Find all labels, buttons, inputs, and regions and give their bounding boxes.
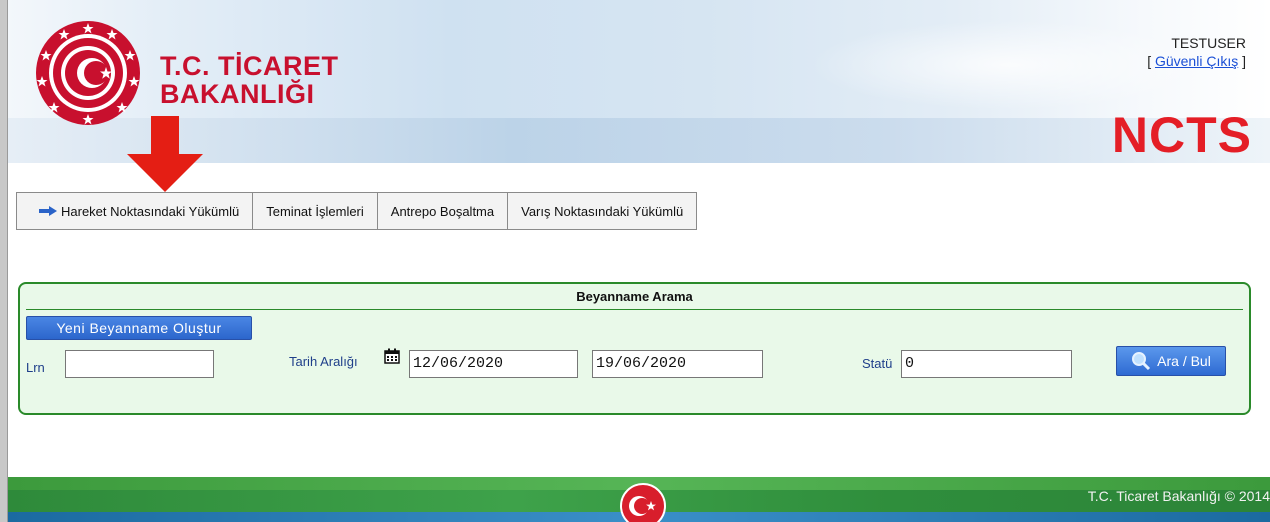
date-from-input[interactable]: 12/06/2020: [409, 350, 578, 378]
declaration-search-panel: Beyanname Arama Yeni Beyanname Oluştur L…: [18, 282, 1251, 415]
lrn-input[interactable]: [65, 350, 214, 378]
nav-item-guarantee-operations[interactable]: Teminat İşlemleri: [253, 193, 378, 229]
nav-item-warehouse-discharge[interactable]: Antrepo Boşaltma: [378, 193, 509, 229]
status-label: Statü: [862, 356, 893, 371]
calendar-icon[interactable]: [384, 348, 400, 364]
logout-link[interactable]: Güvenli Çıkış: [1155, 53, 1238, 69]
nav-item-arrival-obligor[interactable]: Varış Noktasındaki Yükümlü: [508, 193, 696, 229]
date-range-label: Tarih Aralığı: [289, 354, 358, 369]
search-button[interactable]: Ara / Bul: [1116, 346, 1226, 376]
new-declaration-button[interactable]: Yeni Beyanname Oluştur: [26, 316, 252, 340]
ministry-emblem-icon: [36, 21, 140, 125]
lrn-label: Lrn: [26, 360, 45, 375]
footer-copyright: T.C. Ticaret Bakanlığı © 2014: [1087, 488, 1270, 504]
date-to-input[interactable]: 19/06/2020: [592, 350, 763, 378]
window-left-border: [0, 0, 8, 522]
ministry-logo-text: T.C. TİCARET BAKANLIĞI: [160, 51, 339, 109]
main-nav: Hareket Noktasındaki Yükümlü Teminat İşl…: [16, 192, 698, 230]
red-down-arrow-icon: [127, 116, 203, 192]
username: TESTUSER: [1171, 35, 1246, 51]
app-logo-ncts: NCTS: [1111, 107, 1252, 163]
turkish-flag-emblem-icon: [620, 483, 666, 522]
user-info: TESTUSER [ Güvenli Çıkış ]: [1147, 35, 1246, 69]
blue-arrow-icon: [39, 206, 57, 216]
status-input[interactable]: 0: [901, 350, 1072, 378]
nav-item-departure-obligor[interactable]: Hareket Noktasındaki Yükümlü: [17, 193, 254, 229]
panel-title: Beyanname Arama: [576, 289, 693, 304]
page-footer: T.C. Ticaret Bakanlığı © 2014: [8, 477, 1270, 522]
magnifier-icon: [1132, 352, 1151, 371]
